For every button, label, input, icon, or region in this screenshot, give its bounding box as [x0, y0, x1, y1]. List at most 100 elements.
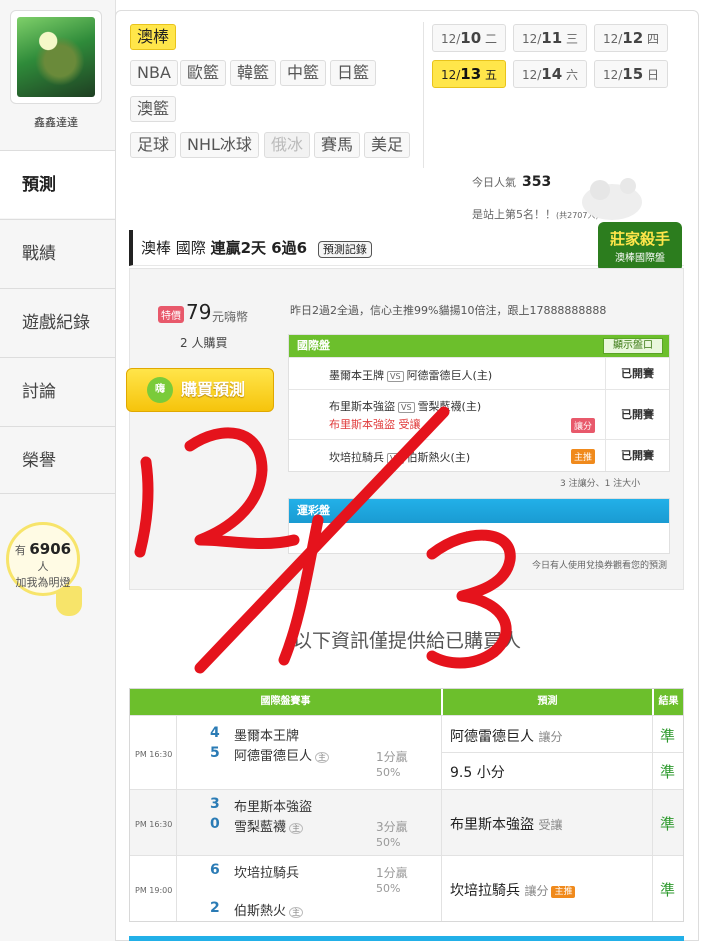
sport-tag-aus-basketball[interactable]: 澳籃 [130, 96, 177, 122]
team-away: 坎培拉騎兵 [234, 866, 300, 881]
win-margin: 1分贏 [376, 750, 408, 764]
no-prediction: 無預測 [464, 532, 494, 543]
matchup: 坎培拉騎兵 VS 伯斯熱火(主) [329, 449, 470, 465]
prediction-streak: 連贏2天 6過6 [210, 239, 308, 257]
table-row: PM 16:30 4 墨爾本王牌 5 阿德雷德巨人主 1分贏 50% 阿德雷德巨… [130, 715, 683, 789]
sport-tag-aus-baseball[interactable]: 澳棒 [130, 24, 177, 50]
sale-tag: 特價 [158, 306, 184, 323]
date-tab-1210[interactable]: 12/10 二 [432, 24, 506, 52]
pick-team: 阿德雷德巨人 [450, 729, 534, 745]
sport-tag-russia-hockey: 俄冰 [264, 132, 311, 158]
win-pct: 50% [376, 836, 401, 849]
team-home: 伯斯熱火主 [234, 900, 304, 919]
sidebar: 鑫鑫達達 預測 戰績 遊戲紀錄 討論 榮譽 有 6906 人 加我為明燈 [0, 0, 117, 941]
result-hit: 準 [660, 763, 676, 781]
avatar[interactable] [10, 10, 102, 104]
intl-header: 國際盤 顯示盤口 [289, 335, 669, 357]
date-month: 12/ [602, 68, 623, 82]
price: 79 [186, 300, 212, 324]
date-weekday: 四 [647, 32, 660, 46]
pick: 坎培拉騎兵 讓分 主推 [450, 880, 576, 900]
main-pick-tag: 主推 [571, 449, 596, 464]
date-month: 12/ [602, 32, 623, 46]
date-weekday: 日 [647, 68, 660, 82]
sport-tag-nhl[interactable]: NHL冰球 [180, 132, 259, 158]
game-time: PM 16:30 [135, 820, 173, 829]
international-odds-table: 國際盤 顯示盤口 墨爾本王牌 VS 阿德雷德巨人(主) 已開賽 布里斯本強盜 VS 雪梨… [288, 334, 670, 472]
header-prediction: 預測 [442, 689, 652, 715]
result-hit: 準 [660, 881, 676, 899]
handicap-tag: 讓分 [571, 418, 596, 433]
away-team: 布里斯本強盜 [329, 400, 395, 413]
sport-tag-horse-racing[interactable]: 賽馬 [314, 132, 361, 158]
game-status: 已開賽 [605, 440, 669, 471]
record-button[interactable]: 預測記錄 [317, 241, 372, 258]
restricted-notice: 以下資訊僅提供給已購買人 [292, 630, 521, 652]
date-tab-1214[interactable]: 12/14 六 [513, 60, 587, 88]
date-tab-1211[interactable]: 12/11 三 [513, 24, 587, 52]
username[interactable]: 鑫鑫達達 [0, 114, 112, 130]
sport-tag-china-basketball[interactable]: 中籃 [280, 60, 327, 86]
team-home: 雪梨藍襪主 [234, 816, 304, 835]
lottery-table: 運彩盤 無預測 [288, 498, 670, 554]
sport-tag-football[interactable]: 足球 [130, 132, 177, 158]
popularity: 今日人氣 353 [472, 174, 551, 190]
win-margin: 1分贏 [376, 866, 408, 880]
score-home: 2 [210, 900, 220, 916]
score-away: 4 [210, 725, 220, 741]
table-row: PM 19:00 6 坎培拉騎兵 2 伯斯熱火主 1分贏 50% 坎培拉騎兵 讓… [130, 855, 683, 921]
date-day: 10 [460, 29, 482, 47]
date-tab-1212[interactable]: 12/12 四 [594, 24, 668, 52]
col-divider [441, 715, 442, 921]
price-unit: 元嗨幣 [212, 310, 249, 324]
sidebar-item-discussion[interactable]: 討論 [0, 357, 116, 425]
pick: 阿德雷德巨人 讓分 [450, 726, 562, 746]
date-month: 12/ [521, 68, 542, 82]
score-home: 0 [210, 816, 220, 832]
sport-tag-euro-basketball[interactable]: 歐籃 [180, 60, 227, 86]
win-pct: 50% [376, 882, 401, 895]
bulb-suffix: 人 [37, 560, 49, 573]
date-tab-1213[interactable]: 12/13 五 [432, 60, 506, 88]
intl-label: 國際盤 [297, 339, 330, 352]
bulb-prefix: 有 [14, 544, 26, 557]
col-divider [652, 715, 653, 921]
sidebar-item-game-log[interactable]: 遊戲紀錄 [0, 288, 116, 356]
bulb-caption: 加我為明燈 [15, 576, 71, 589]
sidebar-item-predict[interactable]: 預測 [0, 150, 117, 218]
sidebar-item-honor[interactable]: 榮譽 [0, 426, 116, 494]
team-home-name: 阿德雷德巨人 [234, 749, 313, 764]
sport-tag-american-football[interactable]: 美足 [364, 132, 411, 158]
matchup: 布里斯本強盜 VS 雪梨藍襪(主) [329, 398, 481, 414]
sidebar-item-record[interactable]: 戰績 [0, 219, 116, 287]
buy-label: 購買預測 [181, 380, 246, 399]
bet-summary: 3 注讓分、1 注大小 [560, 479, 641, 489]
pick: 布里斯本強盜 受讓 [450, 814, 562, 834]
date-weekday: 五 [485, 68, 498, 82]
pred-row: 坎培拉騎兵 VS 伯斯熱火(主) 主推 已開賽 [289, 439, 669, 471]
home-icon: 主 [315, 752, 330, 763]
beacon-bulb[interactable]: 有 6906 人 加我為明燈 [6, 522, 80, 596]
rank-text: 是站上第5名！！ [472, 208, 556, 221]
buy-prediction-button[interactable]: 嗨 購買預測 [126, 368, 274, 412]
team-away: 布里斯本強盜 [234, 800, 313, 815]
sport-tag-korea-basketball[interactable]: 韓籃 [230, 60, 277, 86]
show-odds-button[interactable]: 顯示盤口 [603, 338, 663, 354]
date-weekday: 六 [566, 68, 579, 82]
result-hit: 準 [660, 815, 676, 833]
date-weekday: 三 [566, 32, 579, 46]
home-team: 雪梨藍襪(主) [417, 400, 482, 413]
team-home-name: 雪梨藍襪 [234, 820, 287, 835]
pick-note: 讓分 [538, 730, 563, 744]
date-day: 12 [622, 29, 644, 47]
pick-note: 受讓 [538, 818, 563, 832]
pick-note: 讓分 [524, 884, 549, 898]
matchup: 墨爾本王牌 VS 阿德雷德巨人(主) [329, 367, 492, 383]
home-icon: 主 [289, 907, 304, 918]
sport-tag-japan-basketball[interactable]: 日籃 [330, 60, 377, 86]
game-time: PM 19:00 [135, 886, 173, 895]
date-tab-1215[interactable]: 12/15 日 [594, 60, 668, 88]
sport-tag-nba[interactable]: NBA [130, 60, 178, 86]
vs-icon: VS [398, 402, 415, 413]
row-divider [442, 752, 683, 753]
